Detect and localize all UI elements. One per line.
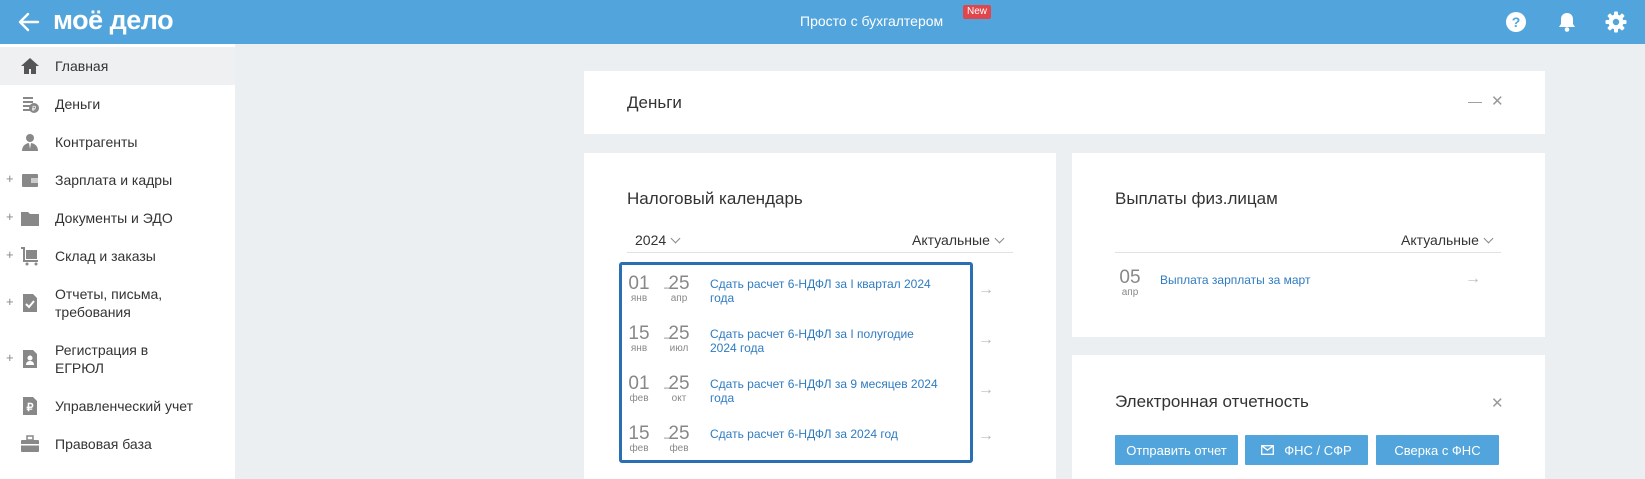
- sidebar-item-label: Отчеты, письма, требования: [55, 286, 163, 320]
- sidebar-item-label: Управленческий учет: [55, 398, 193, 414]
- close-icon[interactable]: ✕: [1491, 92, 1504, 110]
- divider: [1115, 252, 1501, 253]
- button-label: ФНС / СФР: [1284, 442, 1352, 458]
- sidebar-item-label: Деньги: [55, 96, 101, 112]
- task-link[interactable]: Сдать расчет 6-НДФЛ за 9 месяцев 2024 год…: [710, 377, 970, 405]
- divider: [627, 252, 1013, 253]
- sidebar-item-management[interactable]: ₽ Управленческий учет: [0, 387, 235, 425]
- minimize-icon[interactable]: —: [1468, 93, 1482, 109]
- date-to: 25 апр: [668, 273, 690, 304]
- fns-sfr-button[interactable]: ФНС / СФР: [1245, 435, 1368, 465]
- expand-plus-icon[interactable]: +: [6, 247, 14, 262]
- close-icon[interactable]: ✕: [1491, 394, 1504, 412]
- top-bar: моё дело Просто с бухгалтером New ?: [0, 0, 1645, 44]
- sidebar-item-label: Склад и заказы: [55, 248, 156, 264]
- svg-text:?: ?: [1512, 14, 1521, 30]
- sidebar-item-label: Регистрация в ЕГРЮЛ: [55, 342, 149, 376]
- help-icon[interactable]: ?: [1505, 11, 1527, 33]
- cart-icon: [21, 247, 38, 266]
- status-filter[interactable]: Актуальные: [1401, 232, 1494, 248]
- sidebar-item-salary[interactable]: + Зарплата и кадры: [0, 161, 235, 199]
- year-select[interactable]: 2024: [635, 232, 681, 248]
- tariff-link[interactable]: Просто с бухгалтером: [800, 13, 943, 29]
- row-arrow-icon[interactable]: →: [978, 427, 994, 445]
- status-filter[interactable]: Актуальные: [912, 232, 1005, 248]
- wallet-icon: [22, 174, 38, 187]
- tax-row[interactable]: 01 янв – 25 апр Сдать расчет 6-НДФЛ за I к…: [622, 268, 1022, 318]
- briefcase-icon: [21, 435, 39, 452]
- money-widget: Деньги — ✕: [584, 71, 1545, 134]
- sidebar-item-registration[interactable]: + Регистрация в ЕГРЮЛ: [0, 331, 235, 387]
- date-to: 25 июл: [668, 323, 690, 354]
- sidebar-item-contractors[interactable]: Контрагенты: [0, 123, 235, 161]
- back-arrow-icon[interactable]: [16, 9, 42, 35]
- row-arrow-icon[interactable]: →: [978, 381, 994, 399]
- sidebar-item-reports[interactable]: + Отчеты, письма, требования: [0, 275, 235, 331]
- reconcile-fns-button[interactable]: Сверка с ФНС: [1376, 435, 1499, 465]
- sidebar: Главная ₽ Деньги Контрагенты + Зарплата …: [0, 44, 235, 479]
- sidebar-item-label: Правовая база: [55, 436, 152, 452]
- expand-plus-icon[interactable]: +: [6, 294, 14, 309]
- bell-icon[interactable]: [1556, 11, 1578, 33]
- tax-row[interactable]: 01 фев – 25 окт Сдать расчет 6-НДФЛ за 9 м…: [622, 368, 1022, 418]
- payment-link[interactable]: Выплата зарплаты за март: [1160, 273, 1310, 287]
- expand-plus-icon[interactable]: +: [6, 171, 14, 186]
- chevron-down-icon: [670, 233, 681, 244]
- sidebar-item-label: Контрагенты: [55, 134, 138, 150]
- sidebar-item-label: Зарплата и кадры: [55, 172, 173, 188]
- row-arrow-icon[interactable]: →: [978, 281, 994, 299]
- date-from: 15 фев: [628, 423, 650, 454]
- registration-icon: [23, 350, 37, 368]
- widget-title: Выплаты физ.лицам: [1115, 189, 1278, 208]
- task-link[interactable]: Сдать расчет 6-НДФЛ за I квартал 2024 год…: [710, 277, 970, 305]
- new-badge: New: [963, 5, 992, 19]
- sidebar-item-legal[interactable]: Правовая база: [0, 425, 235, 463]
- sidebar-item-label: Главная: [55, 58, 109, 74]
- task-link[interactable]: Сдать расчет 6-НДФЛ за 2024 год: [710, 427, 970, 441]
- ruble-doc-icon: ₽: [23, 397, 37, 415]
- date-from: 15 янв: [628, 323, 650, 354]
- date-to: 25 окт: [668, 373, 690, 404]
- folder-icon: [21, 212, 39, 226]
- date-from: 01 фев: [628, 373, 650, 404]
- svg-text:₽: ₽: [32, 105, 37, 113]
- sidebar-item-documents[interactable]: + Документы и ЭДО: [0, 199, 235, 237]
- gear-icon[interactable]: [1605, 11, 1627, 33]
- sidebar-item-label: Документы и ЭДО: [55, 210, 173, 226]
- chevron-down-icon: [994, 233, 1005, 244]
- money-icon: ₽: [23, 97, 39, 113]
- expand-plus-icon[interactable]: +: [6, 350, 14, 365]
- report-icon: [23, 294, 37, 312]
- row-arrow-icon[interactable]: →: [978, 331, 994, 349]
- payment-row[interactable]: 05 апр Выплата зарплаты за март →: [1115, 268, 1515, 308]
- sidebar-item-money[interactable]: ₽ Деньги: [0, 85, 235, 123]
- widget-title: Налоговый календарь: [627, 189, 803, 208]
- date-to: 25 фев: [668, 423, 690, 454]
- sidebar-item-warehouse[interactable]: + Склад и заказы: [0, 237, 235, 275]
- send-report-button[interactable]: Отправить отчет: [1115, 435, 1238, 465]
- envelope-icon: [1261, 445, 1275, 455]
- highlight-frame: 01 янв – 25 апр Сдать расчет 6-НДФЛ за I к…: [619, 262, 973, 463]
- widget-title: Деньги: [627, 93, 682, 112]
- date-from: 01 янв: [628, 273, 650, 304]
- contractor-icon: [22, 134, 38, 151]
- chevron-down-icon: [1483, 233, 1494, 244]
- tax-row[interactable]: 15 фев – 25 фев Сдать расчет 6-НДФЛ за 202…: [622, 418, 1022, 468]
- row-arrow-icon[interactable]: →: [1465, 270, 1481, 288]
- widget-title: Электронная отчетность: [1115, 392, 1309, 411]
- tax-row[interactable]: 15 янв – 25 июл Сдать расчет 6-НДФЛ за I п…: [622, 318, 1022, 368]
- task-link[interactable]: Сдать расчет 6-НДФЛ за I полугодие 2024 г…: [710, 327, 970, 355]
- home-icon: [21, 58, 39, 74]
- logo[interactable]: моё дело: [53, 5, 174, 35]
- svg-text:₽: ₽: [27, 402, 34, 414]
- payments-widget: Выплаты физ.лицам Актуальные 05 апр Выпла…: [1072, 153, 1545, 337]
- sidebar-item-main[interactable]: Главная: [0, 47, 235, 85]
- expand-plus-icon[interactable]: +: [6, 209, 14, 224]
- tax-calendar-widget: Налоговый календарь 2024 Актуальные 01 ян…: [584, 153, 1056, 479]
- payment-date: 05 апр: [1119, 267, 1141, 298]
